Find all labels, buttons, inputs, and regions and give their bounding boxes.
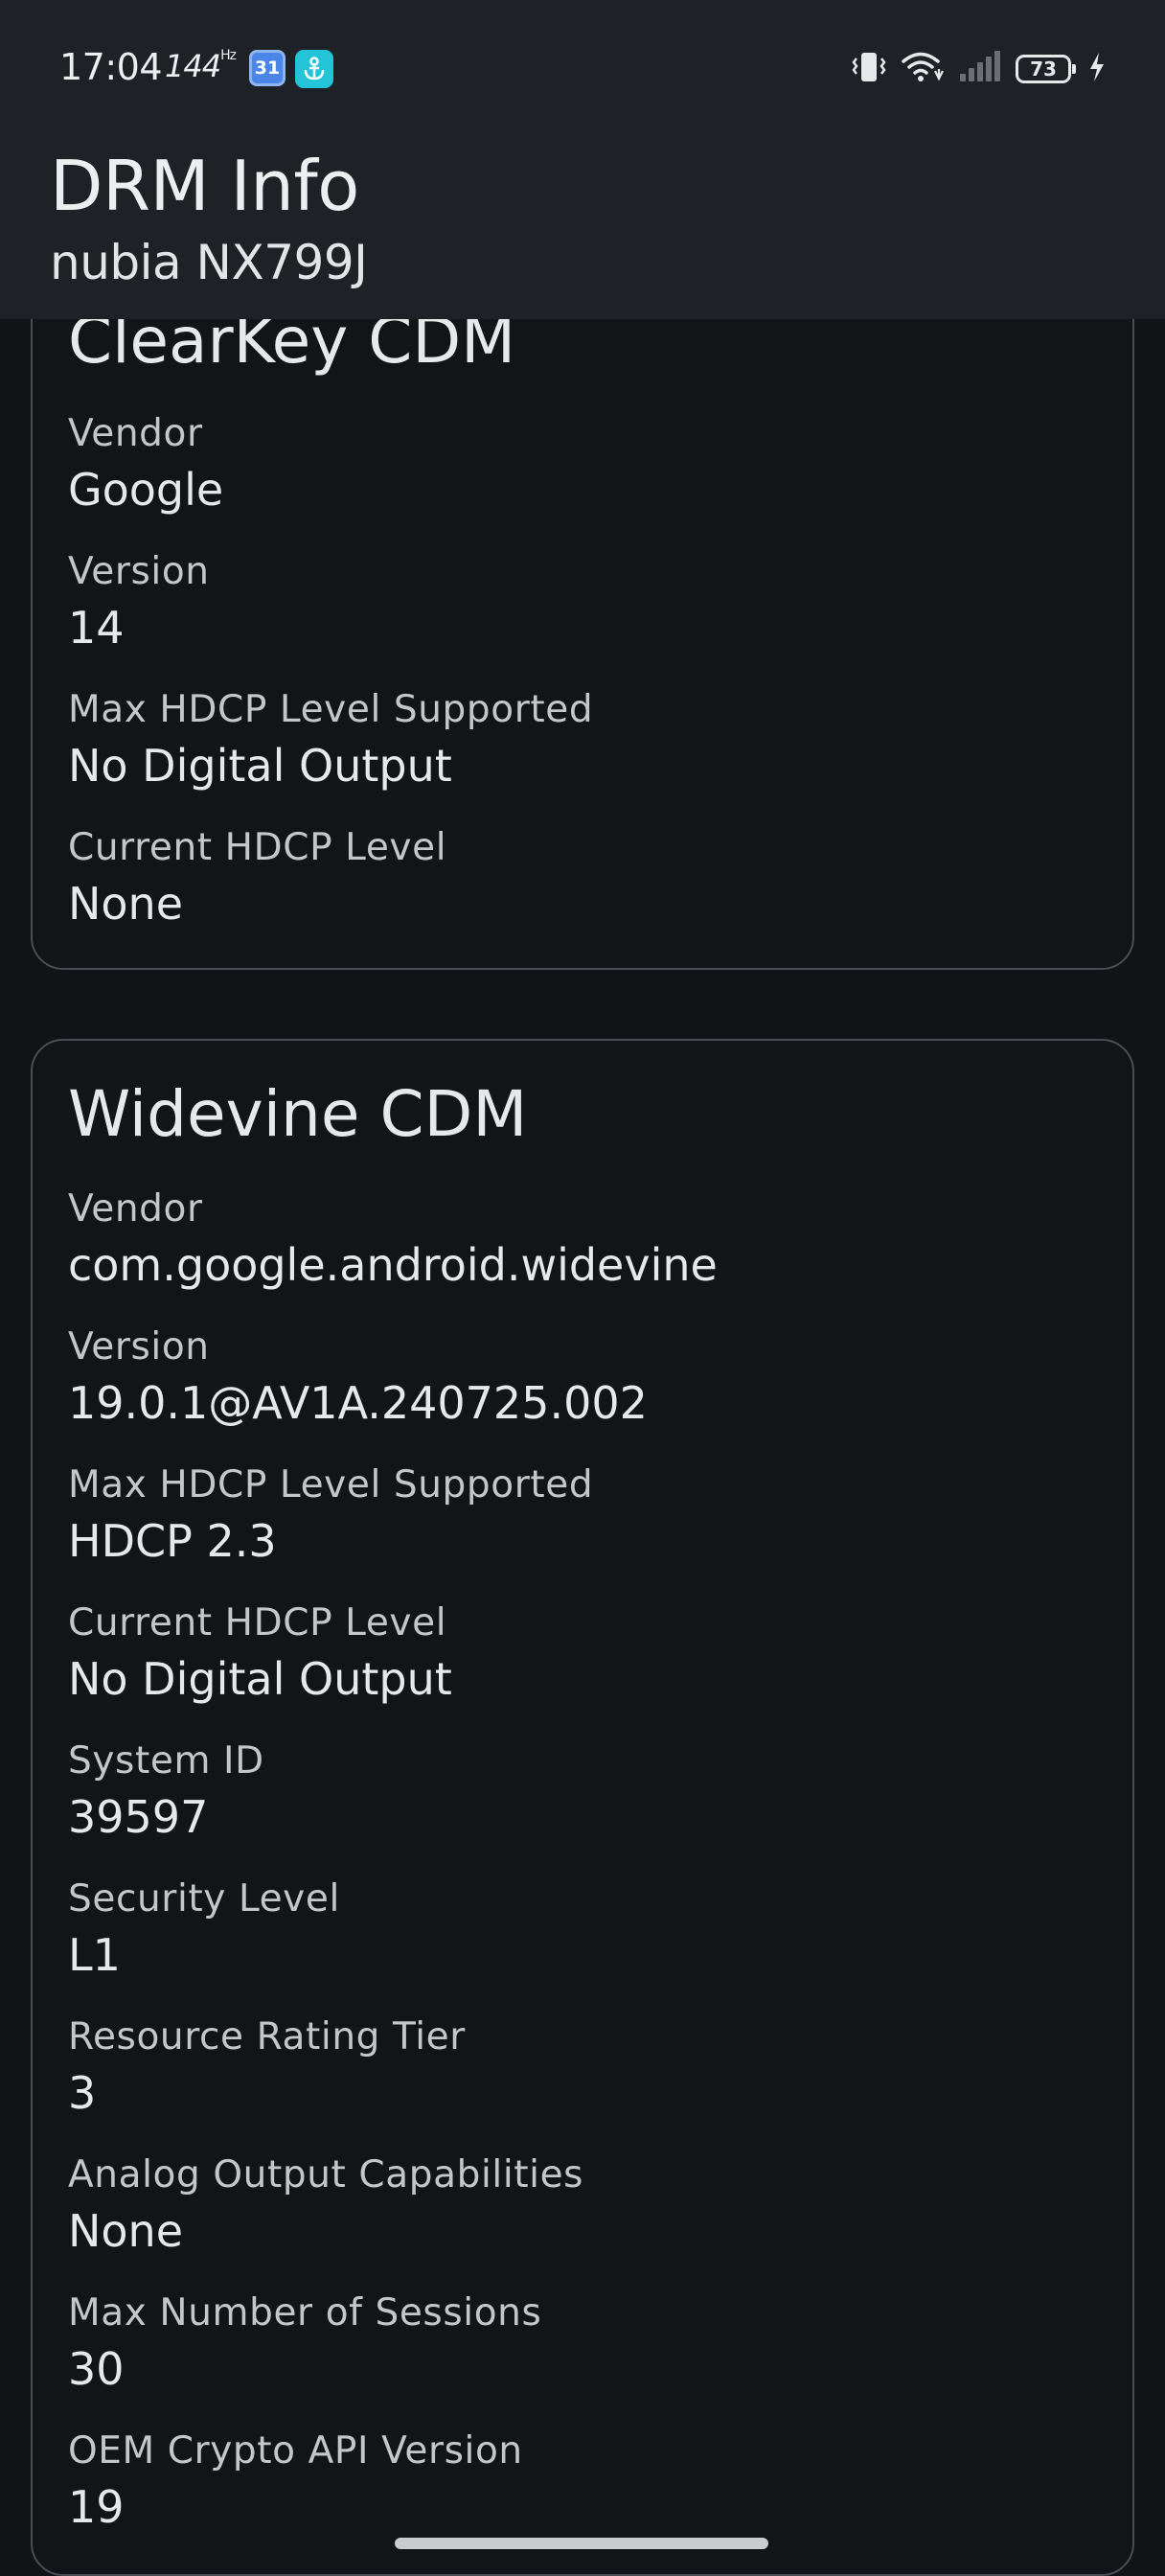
battery-level: 73 [1030,58,1057,80]
field-label-security-level: Security Level [68,1877,340,1920]
status-bar: 17:04 144Hz 31 73 [0,0,1165,134]
field-value-max-hdcp: HDCP 2.3 [68,1515,277,1567]
field-value-max-sessions: 30 [68,2343,125,2395]
field-label-version: Version [68,1325,210,1368]
field-value-version: 19.0.1@AV1A.240725.002 [68,1377,648,1429]
field-value-oem-crypto: 19 [68,2481,125,2533]
field-label-system-id: System ID [68,1739,264,1782]
refresh-rate-indicator: 144Hz [165,48,237,84]
field-label-max-hdcp: Max HDCP Level Supported [68,688,594,731]
status-time: 17:04 [59,46,163,88]
field-value-resource-rating: 3 [68,2067,97,2119]
field-value-max-hdcp: No Digital Output [68,740,452,792]
field-value-current-hdcp: None [68,878,184,930]
signal-icon [958,51,1002,87]
device-model: nubia NX799J [50,235,368,290]
field-value-vendor: Google [68,464,224,516]
app-notification-icon [295,50,333,88]
calendar-icon: 31 [249,50,286,86]
field-label-resource-rating: Resource Rating Tier [68,2015,466,2058]
charging-icon [1088,52,1106,86]
card-title: Widevine CDM [68,1077,528,1151]
field-value-version: 14 [68,602,125,654]
field-value-analog-output: None [68,2205,184,2257]
field-value-vendor: com.google.android.widevine [68,1239,718,1291]
field-label-vendor: Vendor [68,1187,203,1230]
vibrate-icon [851,50,887,88]
battery-icon: 73 [1016,55,1076,83]
field-value-current-hdcp: No Digital Output [68,1653,452,1705]
app-bar: DRM Info nubia NX799J [0,134,1165,319]
status-icons: 73 [851,48,1106,90]
refresh-rate-unit: Hz [220,48,237,63]
screen: 17:04 144Hz 31 73 DRM Info nubia NX799J … [0,0,1165,2576]
widevine-cdm-card: Widevine CDM Vendor com.google.android.w… [31,1039,1134,2576]
field-label-max-hdcp: Max HDCP Level Supported [68,1463,594,1506]
field-label-oem-crypto: OEM Crypto API Version [68,2429,523,2472]
field-label-max-sessions: Max Number of Sessions [68,2291,542,2334]
gesture-navigation-handle[interactable] [395,2538,768,2549]
field-label-analog-output: Analog Output Capabilities [68,2153,584,2196]
field-label-current-hdcp: Current HDCP Level [68,826,447,869]
field-label-vendor: Vendor [68,412,203,455]
clearkey-cdm-card: ClearKey CDM Vendor Google Version 14 Ma… [31,249,1134,970]
field-label-version: Version [68,550,210,593]
calendar-day: 31 [254,58,281,79]
field-value-security-level: L1 [68,1929,121,1981]
wifi-icon [901,50,945,88]
app-title: DRM Info [50,146,359,226]
field-label-current-hdcp: Current HDCP Level [68,1601,447,1644]
refresh-rate-value: 144 [165,48,221,84]
field-value-system-id: 39597 [68,1791,209,1843]
